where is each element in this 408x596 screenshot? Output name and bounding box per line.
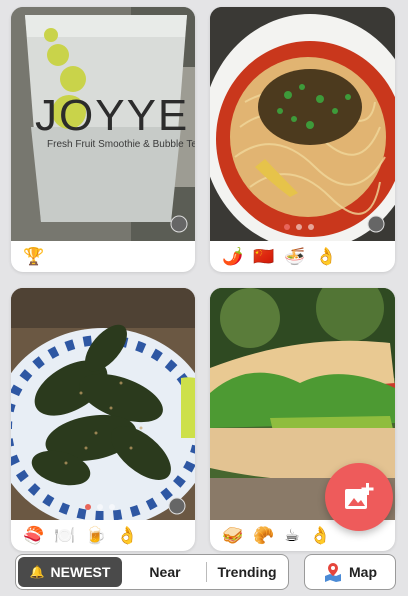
emoji-reactions: 🌶️ 🇨🇳 🍜 👌 xyxy=(210,242,395,272)
carousel-dot[interactable] xyxy=(85,504,91,510)
tab-trending-label: Trending xyxy=(217,564,277,580)
tab-newest[interactable]: 🔔 NEWEST xyxy=(18,557,122,587)
bottom-toolbar: 🔔 NEWEST Near Trending Map xyxy=(0,548,408,596)
post-photo[interactable]: JOYYE Fresh Fruit Smoothie & Bubble Tea xyxy=(11,7,195,241)
tab-near[interactable]: Near xyxy=(124,555,206,589)
carousel-dot[interactable] xyxy=(97,504,103,510)
reaction-emoji[interactable]: 🍽️ xyxy=(54,526,75,546)
carousel-dot[interactable] xyxy=(109,504,115,510)
reaction-emoji[interactable]: 🥐 xyxy=(253,526,274,546)
reaction-emoji[interactable]: 🍺 xyxy=(85,526,106,546)
tab-trending[interactable]: Trending xyxy=(207,555,287,589)
cup-tagline-text: Fresh Fruit Smoothie & Bubble Tea xyxy=(47,139,195,150)
noodle-image xyxy=(210,7,395,241)
map-button-label: Map xyxy=(349,564,377,580)
post-photo[interactable] xyxy=(11,288,195,520)
reaction-emoji[interactable]: 🥪 xyxy=(222,526,243,546)
reaction-emoji[interactable]: 👌 xyxy=(316,247,337,267)
reaction-emoji[interactable]: 🇨🇳 xyxy=(253,247,274,267)
reaction-emoji[interactable]: ☕ xyxy=(284,526,299,546)
carousel-dots xyxy=(284,224,314,230)
add-photo-icon xyxy=(345,483,374,509)
post-card[interactable]: 🌶️ 🇨🇳 🍜 👌 xyxy=(210,7,395,272)
emoji-reactions: 🏆 xyxy=(11,242,195,272)
tab-near-label: Near xyxy=(149,564,181,580)
post-card[interactable]: 🍣 🍽️ 🍺 👌 xyxy=(11,288,195,551)
cup-brand-text: JOYYE xyxy=(35,91,190,140)
post-photo[interactable] xyxy=(210,7,395,241)
carousel-dot[interactable] xyxy=(308,224,314,230)
peppers-image xyxy=(11,288,195,520)
emoji-reactions: 🍣 🍽️ 🍺 👌 xyxy=(11,521,195,551)
map-button[interactable]: Map xyxy=(304,554,396,590)
reaction-emoji[interactable]: 👌 xyxy=(117,526,138,546)
bell-icon: 🔔 xyxy=(29,565,45,579)
reaction-emoji[interactable]: 🍜 xyxy=(284,247,305,267)
map-pin-icon xyxy=(325,563,341,582)
add-photo-button[interactable] xyxy=(325,463,393,531)
reaction-emoji[interactable]: 👌 xyxy=(310,526,331,546)
post-card[interactable]: JOYYE Fresh Fruit Smoothie & Bubble Tea … xyxy=(11,7,195,272)
carousel-dot[interactable] xyxy=(284,224,290,230)
reaction-emoji[interactable]: 🏆 xyxy=(23,247,44,267)
reaction-emoji[interactable]: 🌶️ xyxy=(222,247,243,267)
carousel-dots xyxy=(85,504,115,510)
carousel-dot[interactable] xyxy=(296,224,302,230)
reaction-emoji[interactable]: 🍣 xyxy=(23,526,44,546)
tab-newest-label: NEWEST xyxy=(50,564,111,580)
feed-filter-tabs: 🔔 NEWEST Near Trending xyxy=(15,554,289,590)
